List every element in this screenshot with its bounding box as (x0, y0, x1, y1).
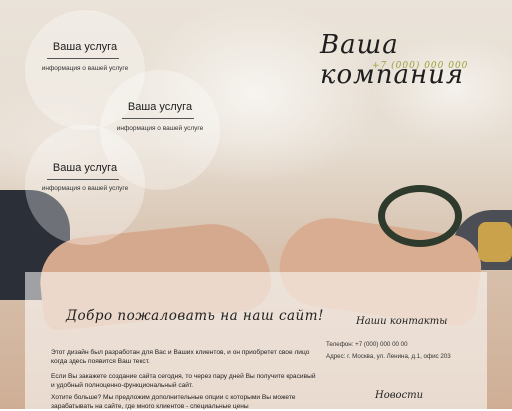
welcome-heading: Добро пожаловать на наш сайт! (66, 308, 324, 324)
service-title: Ваша услуга (127, 101, 193, 113)
contact-phone: Телефон: +7 (000) 000 00 00 (326, 341, 408, 348)
company-phone: +7 (000) 000 000 (372, 61, 469, 71)
content-panel: Добро пожаловать на наш сайт! Этот дизай… (25, 272, 487, 410)
watch (478, 222, 512, 262)
service-title: Ваша услуга (52, 162, 118, 174)
service-desc: информация о вашей услуге (41, 65, 129, 72)
news-heading: Новости (375, 390, 424, 401)
service-desc: информация о вашей услуге (116, 125, 204, 132)
welcome-paragraph: Этот дизайн был разработан для Вас и Ваш… (51, 349, 310, 365)
service-title: Ваша услуга (52, 41, 118, 53)
service-divider (122, 118, 194, 119)
service-desc: информация о вашей услуге (41, 185, 129, 192)
welcome-paragraph: Хотите больше? Мы предложим дополнительн… (51, 394, 296, 410)
welcome-paragraph: Если Вы закажете создание сайта сегодня,… (51, 373, 316, 389)
service-divider (47, 179, 119, 180)
contacts-heading: Наши контакты (356, 316, 448, 327)
service-divider (47, 58, 119, 59)
contact-address: Адрес: г. Москва, ул. Ленина, д.1, офис … (326, 353, 451, 360)
bracelet (378, 185, 462, 247)
service-bubble-3[interactable]: Ваша услуга информация о вашей услуге (25, 125, 145, 245)
company-logo[interactable]: Ваша компания (320, 30, 512, 90)
